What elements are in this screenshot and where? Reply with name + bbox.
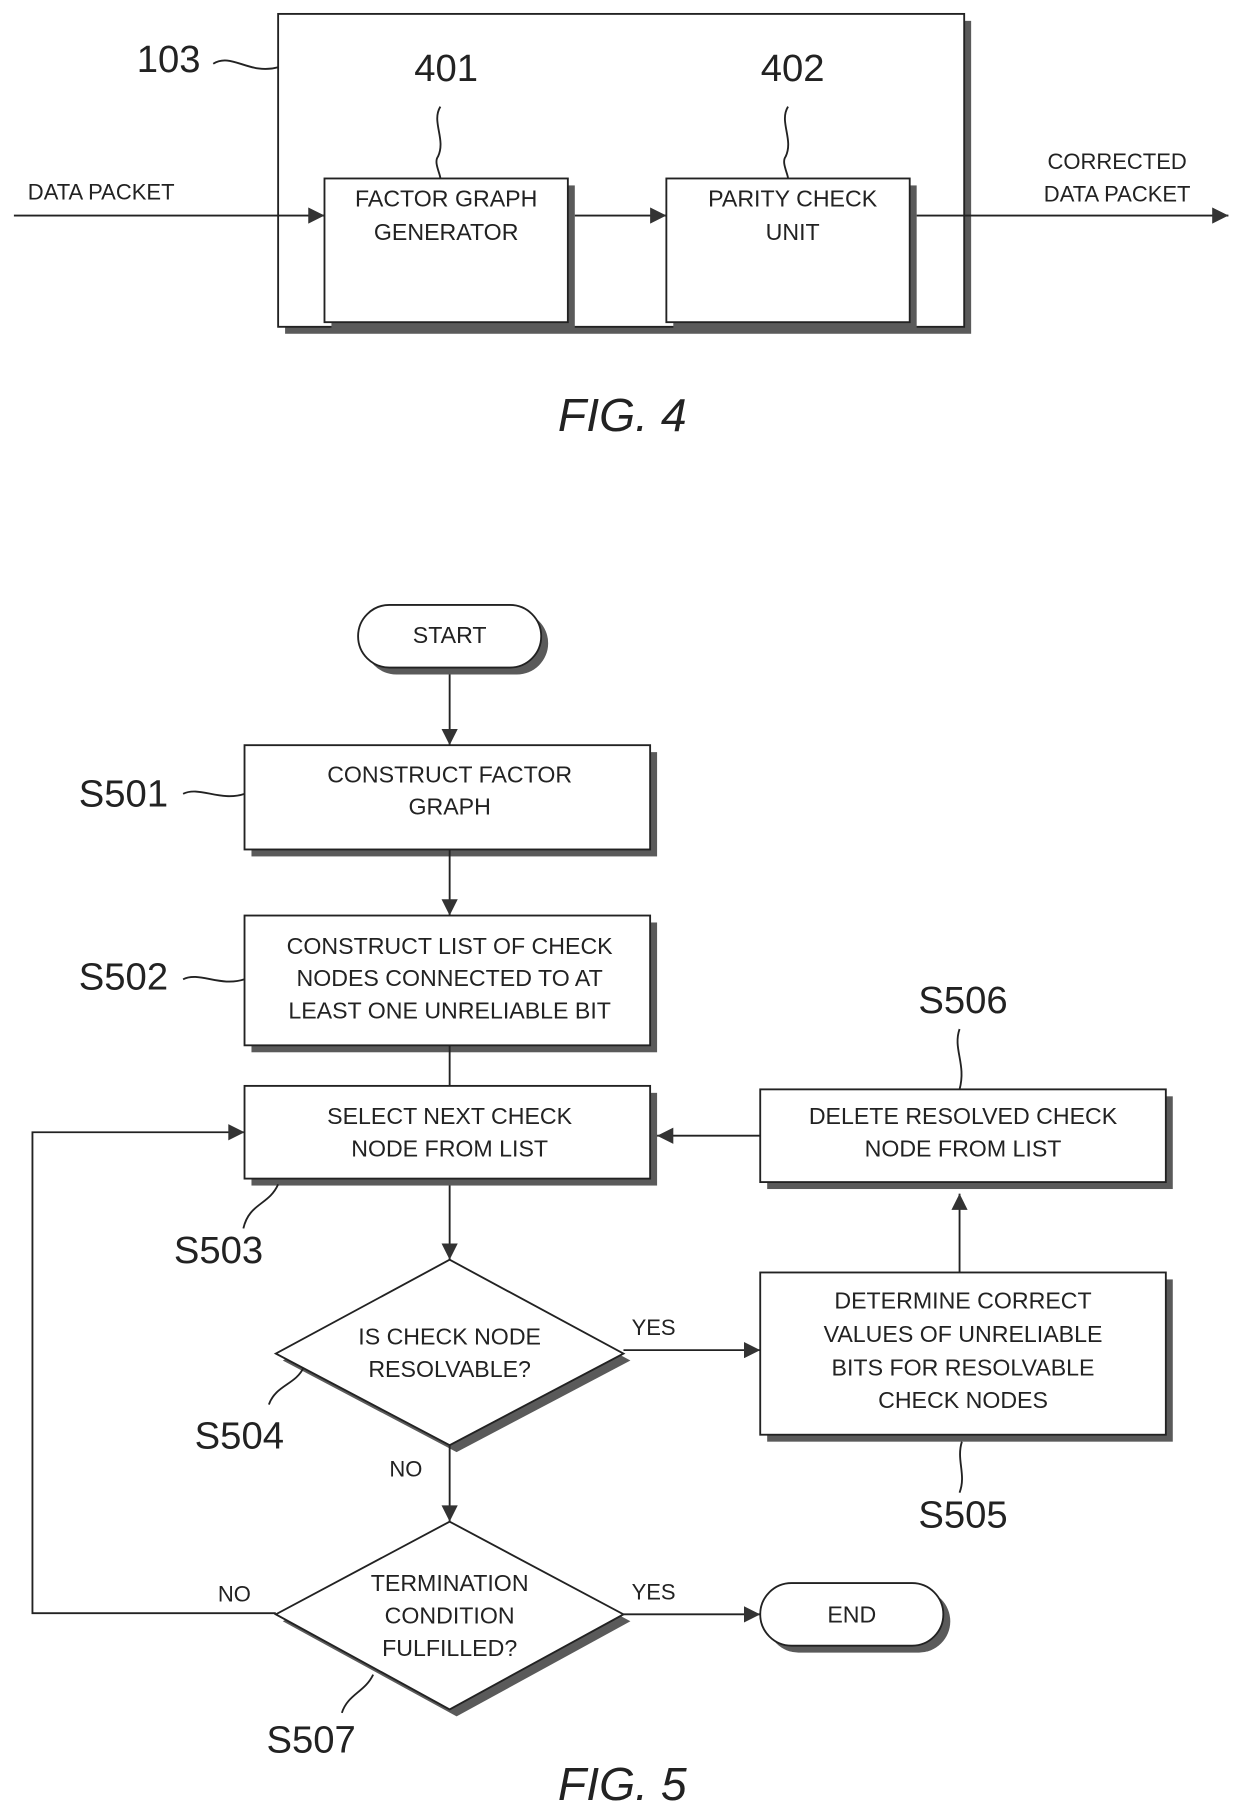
end-terminal: END xyxy=(759,1582,951,1653)
step-s506: DELETE RESOLVED CHECK NODE FROM LIST xyxy=(759,1088,1173,1190)
end-label: END xyxy=(827,1601,876,1627)
s502-line-1: CONSTRUCT LIST OF CHECK xyxy=(287,933,613,959)
ref-402: 402 xyxy=(761,47,825,90)
start-label: START xyxy=(413,622,487,648)
start-terminal: START xyxy=(357,604,549,675)
ref-s501: S501 xyxy=(79,773,168,816)
ref-s507: S507 xyxy=(267,1718,356,1761)
fig4: 103 FACTOR GRAPH GENERATOR 401 PARITY CH… xyxy=(13,12,1229,441)
s505-line-4: CHECK NODES xyxy=(878,1387,1048,1413)
ref-s504: S504 xyxy=(195,1415,284,1458)
block-401-line-1: FACTOR GRAPH xyxy=(355,185,537,211)
leader-s502 xyxy=(182,976,245,983)
s507-no-label: NO xyxy=(218,1582,251,1607)
ref-103: 103 xyxy=(137,38,201,81)
s501-line-1: CONSTRUCT FACTOR xyxy=(327,761,572,787)
arrow-s507-no-loop-to-s503 xyxy=(31,1124,276,1615)
block-401-line-2: GENERATOR xyxy=(374,219,519,245)
leader-s506 xyxy=(956,1028,963,1090)
decision-s504: IS CHECK NODE RESOLVABLE? xyxy=(273,1258,631,1453)
s504-no-label: NO xyxy=(389,1456,422,1481)
ref-s503: S503 xyxy=(174,1229,263,1272)
output-label-line-2: DATA PACKET xyxy=(1044,182,1191,207)
s503-line-1: SELECT NEXT CHECK xyxy=(327,1103,572,1129)
leader-s504 xyxy=(267,1367,305,1405)
s505-line-1: DETERMINE CORRECT xyxy=(834,1287,1091,1313)
s505-line-2: VALUES OF UNRELIABLE xyxy=(824,1321,1103,1347)
s504-yes-label: YES xyxy=(632,1315,676,1340)
s502-line-2: NODES CONNECTED TO AT xyxy=(297,965,603,991)
input-label: DATA PACKET xyxy=(28,179,175,204)
step-s502: CONSTRUCT LIST OF CHECK NODES CONNECTED … xyxy=(243,914,658,1053)
ref-s502: S502 xyxy=(79,956,168,999)
step-s503: SELECT NEXT CHECK NODE FROM LIST xyxy=(243,1084,658,1186)
block-402-line-1: PARITY CHECK xyxy=(708,185,878,211)
block-factor-graph-generator: FACTOR GRAPH GENERATOR xyxy=(323,177,575,330)
leader-s503 xyxy=(242,1184,279,1229)
s504-line-1: IS CHECK NODE xyxy=(358,1323,541,1349)
leader-103 xyxy=(212,59,279,70)
leader-s505 xyxy=(958,1441,963,1493)
s501-line-2: GRAPH xyxy=(408,794,490,820)
patent-figures: 103 FACTOR GRAPH GENERATOR 401 PARITY CH… xyxy=(13,12,1229,1810)
s507-line-3: FULFILLED? xyxy=(382,1635,517,1661)
s502-line-3: LEAST ONE UNRELIABLE BIT xyxy=(288,998,611,1024)
ref-s506: S506 xyxy=(918,979,1007,1022)
block-parity-check-unit: PARITY CHECK UNIT xyxy=(665,177,917,330)
s506-line-1: DELETE RESOLVED CHECK xyxy=(809,1103,1118,1129)
decision-s507: TERMINATION CONDITION FULFILLED? xyxy=(273,1520,631,1717)
fig5-caption: FIG. 5 xyxy=(558,1758,687,1810)
s505-line-3: BITS FOR RESOLVABLE xyxy=(832,1355,1095,1381)
leader-s501 xyxy=(182,790,245,798)
step-s501: CONSTRUCT FACTOR GRAPH xyxy=(243,744,658,857)
block-402-line-2: UNIT xyxy=(766,219,820,245)
s507-line-1: TERMINATION xyxy=(371,1570,529,1596)
step-s505: DETERMINE CORRECT VALUES OF UNRELIABLE B… xyxy=(759,1271,1173,1442)
s506-line-2: NODE FROM LIST xyxy=(865,1136,1062,1162)
fig4-caption: FIG. 4 xyxy=(558,389,687,441)
leader-s507 xyxy=(340,1674,374,1714)
s507-yes-label: YES xyxy=(632,1579,676,1604)
s503-line-2: NODE FROM LIST xyxy=(351,1136,548,1162)
ref-s505: S505 xyxy=(918,1493,1007,1536)
s504-line-2: RESOLVABLE? xyxy=(368,1356,531,1382)
output-label-line-1: CORRECTED xyxy=(1047,149,1186,174)
ref-401: 401 xyxy=(414,47,478,90)
s507-line-2: CONDITION xyxy=(385,1603,515,1629)
fig5: START CONSTRUCT FACTOR GRAPH S501 CONSTR… xyxy=(31,604,1173,1810)
